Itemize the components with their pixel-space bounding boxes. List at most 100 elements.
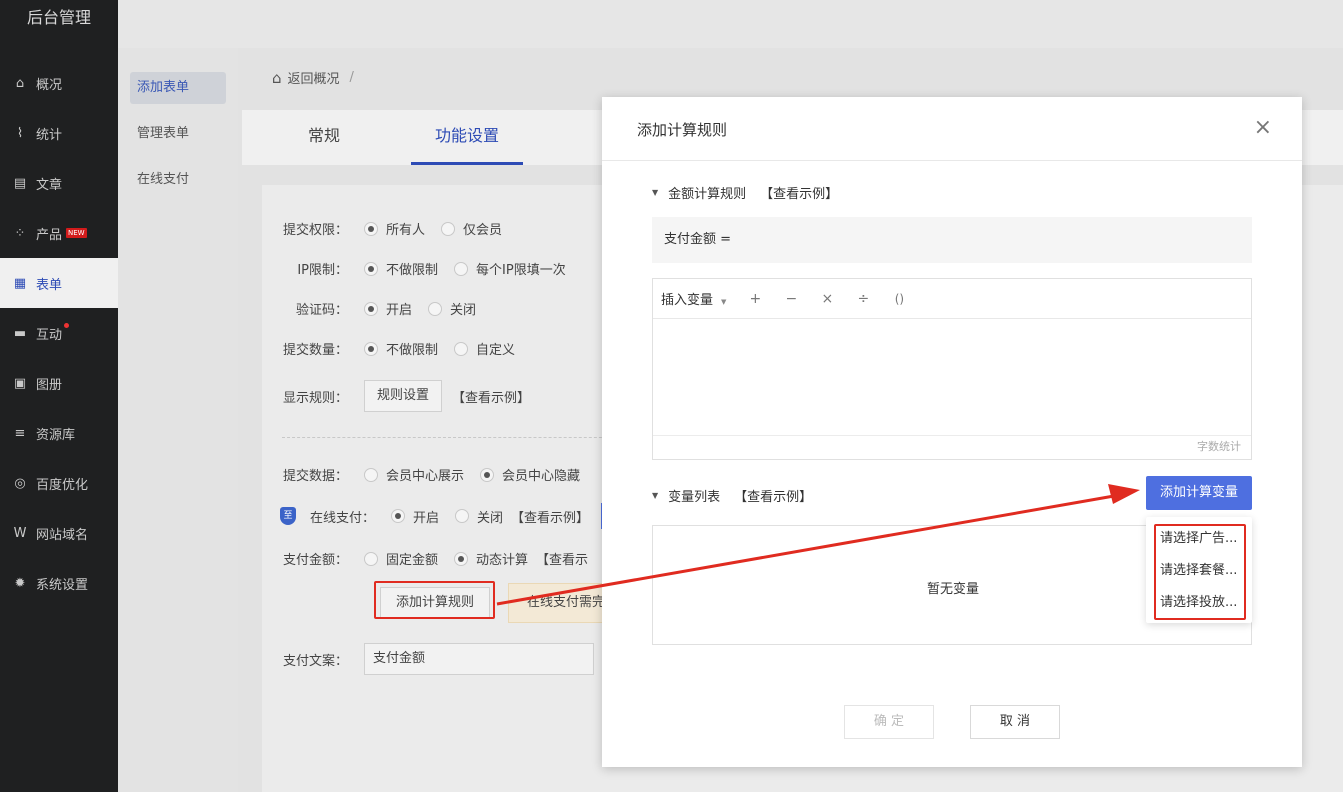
breadcrumb-back-link[interactable]: 返回概况 (288, 68, 340, 87)
sidebar-item-forms[interactable]: ▦ 表单 (0, 258, 118, 308)
radio-member-show[interactable]: 会员中心展示 (364, 465, 464, 484)
field-label: 提交数据： (282, 469, 348, 484)
formula-editor[interactable]: 插入变量 ▼ + − × ÷ () 字数统计 (652, 278, 1252, 460)
divide-operator[interactable]: ÷ (856, 291, 870, 307)
section-divider (282, 437, 622, 438)
close-icon[interactable]: × (1254, 117, 1272, 139)
field-label: 支付金额： (282, 553, 348, 568)
sidebar-item-domain[interactable]: W 网站域名 (0, 508, 118, 558)
radio-member-hide[interactable]: 会员中心隐藏 (480, 465, 580, 484)
pay-amount-row: 支付金额： 固定金额 动态计算 【查看示 (262, 549, 588, 568)
minus-operator[interactable]: − (784, 291, 798, 307)
parentheses-operator[interactable]: () (892, 292, 906, 306)
view-example-link[interactable]: 【查看示例】 (511, 507, 589, 526)
add-calc-rule-modal: 添加计算规则 × ▼ 金额计算规则 【查看示例】 支付金额 = 插入变量 ▼ + … (602, 97, 1302, 767)
home-icon: ⌂ (272, 68, 282, 87)
sidebar-item-label: 资源库 (36, 427, 76, 443)
shield-icon: 至 (280, 507, 296, 525)
radio-pay-on[interactable]: 开启 (391, 507, 439, 526)
domain-icon: W (13, 525, 27, 541)
confirm-button[interactable]: 确 定 (844, 705, 934, 739)
ip-limit-row: IP限制： 不做限制 每个IP限填一次 (262, 259, 582, 278)
submit-permission-row: 提交权限： 所有人 仅会员 (262, 219, 518, 238)
insert-variable-dropdown[interactable]: 插入变量 ▼ (661, 289, 726, 308)
submit-data-row: 提交数据： 会员中心展示 会员中心隐藏 (262, 465, 596, 484)
view-example-link[interactable]: 【查看示例】 (760, 183, 838, 202)
field-label: 支付文案： (282, 653, 348, 669)
multiply-operator[interactable]: × (820, 291, 834, 307)
word-count: 字数统计 (653, 435, 1251, 459)
rule-settings-button[interactable]: 规则设置 (364, 380, 443, 412)
radio-dynamic-calc[interactable]: 动态计算 (454, 549, 528, 568)
form-icon: ▦ (13, 275, 27, 291)
sidebar-item-label: 产品 (36, 227, 63, 243)
field-label: 显示规则： (282, 390, 348, 406)
radio-count-unlimited[interactable]: 不做限制 (364, 339, 438, 358)
sidebar-item-resources[interactable]: ≡ 资源库 (0, 408, 118, 458)
pay-copy-input[interactable]: 支付金额 (364, 643, 594, 675)
top-bar (118, 0, 1343, 48)
display-rule-row: 显示规则： 规则设置 【查看示例】 (262, 380, 530, 412)
sidebar-item-album[interactable]: ▣ 图册 (0, 358, 118, 408)
sidebar-item-label: 文章 (36, 177, 63, 193)
seo-icon: ◎ (14, 475, 26, 491)
sidebar-item-products[interactable]: ⁘ 产品 NEW (0, 208, 118, 258)
modal-header: 添加计算规则 × (602, 97, 1302, 161)
sidebar-item-label: 网站域名 (36, 527, 89, 543)
radio-members-only[interactable]: 仅会员 (441, 219, 502, 238)
caret-down-icon: ▼ (652, 491, 659, 500)
home-icon: ⌂ (15, 75, 25, 91)
radio-once-per-ip[interactable]: 每个IP限填一次 (454, 259, 566, 278)
grid-icon: ⁘ (14, 225, 26, 241)
online-pay-row: 至 在线支付： 开启 关闭 【查看示例】 (280, 503, 605, 529)
sidebar-item-label: 系统设置 (36, 577, 89, 593)
sidebar-item-settings[interactable]: ✹ 系统设置 (0, 558, 118, 608)
field-label: IP限制： (297, 263, 348, 278)
app-title: 后台管理 (26, 8, 91, 27)
field-label: 提交权限： (282, 223, 348, 238)
radio-pay-off[interactable]: 关闭 (455, 507, 503, 526)
gear-icon: ✹ (14, 575, 26, 591)
view-example-link[interactable]: 【查看示 (536, 549, 588, 568)
submenu-add-form[interactable]: 添加表单 (130, 72, 226, 104)
breadcrumb-separator: / (349, 70, 354, 85)
sidebar-item-label: 互动 (36, 327, 63, 343)
amount-rule-section-title[interactable]: ▼ 金额计算规则 【查看示例】 (652, 183, 838, 202)
plus-operator[interactable]: + (748, 291, 762, 307)
section-label: 变量列表 (668, 490, 721, 505)
radio-captcha-on[interactable]: 开启 (364, 299, 412, 318)
pay-copy-row: 支付文案： 支付金额 (262, 643, 594, 675)
sidebar-item-seo[interactable]: ◎ 百度优化 (0, 458, 118, 508)
radio-everyone[interactable]: 所有人 (364, 219, 425, 238)
sidebar-item-label: 概况 (36, 77, 63, 93)
sidebar-item-articles[interactable]: ▤ 文章 (0, 158, 118, 208)
chat-icon: ▬ (13, 325, 27, 341)
tab-general[interactable]: 常规 (308, 110, 340, 165)
album-icon: ▣ (13, 375, 27, 391)
captcha-row: 验证码： 开启 关闭 (262, 299, 492, 318)
submenu-online-pay[interactable]: 在线支付 (130, 164, 226, 196)
caret-down-icon: ▼ (652, 188, 659, 197)
cancel-button[interactable]: 取 消 (970, 705, 1060, 739)
sidebar-item-interaction[interactable]: ▬ 互动 (0, 308, 118, 358)
highlight-box (1154, 524, 1246, 620)
view-example-link[interactable]: 【查看示例】 (452, 387, 530, 406)
field-label: 提交数量： (282, 343, 348, 358)
tab-features[interactable]: 功能设置 (411, 110, 523, 165)
caret-down-icon: ▼ (721, 298, 727, 306)
variable-list-section-title[interactable]: ▼ 变量列表 【查看示例】 (652, 486, 812, 505)
article-icon: ▤ (13, 175, 27, 191)
chart-icon: ⌇ (16, 125, 24, 141)
field-label: 在线支付： (310, 510, 376, 526)
radio-fixed-amount[interactable]: 固定金额 (364, 549, 438, 568)
add-calc-variable-button[interactable]: 添加计算变量 (1146, 476, 1252, 510)
field-label: 验证码： (295, 303, 348, 318)
sidebar-item-overview[interactable]: ⌂ 概况 (0, 58, 118, 108)
radio-captcha-off[interactable]: 关闭 (428, 299, 476, 318)
submenu: 添加表单 管理表单 在线支付 (118, 48, 238, 792)
view-example-link[interactable]: 【查看示例】 (734, 486, 812, 505)
submenu-manage-forms[interactable]: 管理表单 (130, 118, 226, 150)
radio-count-custom[interactable]: 自定义 (454, 339, 515, 358)
radio-no-limit[interactable]: 不做限制 (364, 259, 438, 278)
sidebar-item-stats[interactable]: ⌇ 统计 (0, 108, 118, 158)
